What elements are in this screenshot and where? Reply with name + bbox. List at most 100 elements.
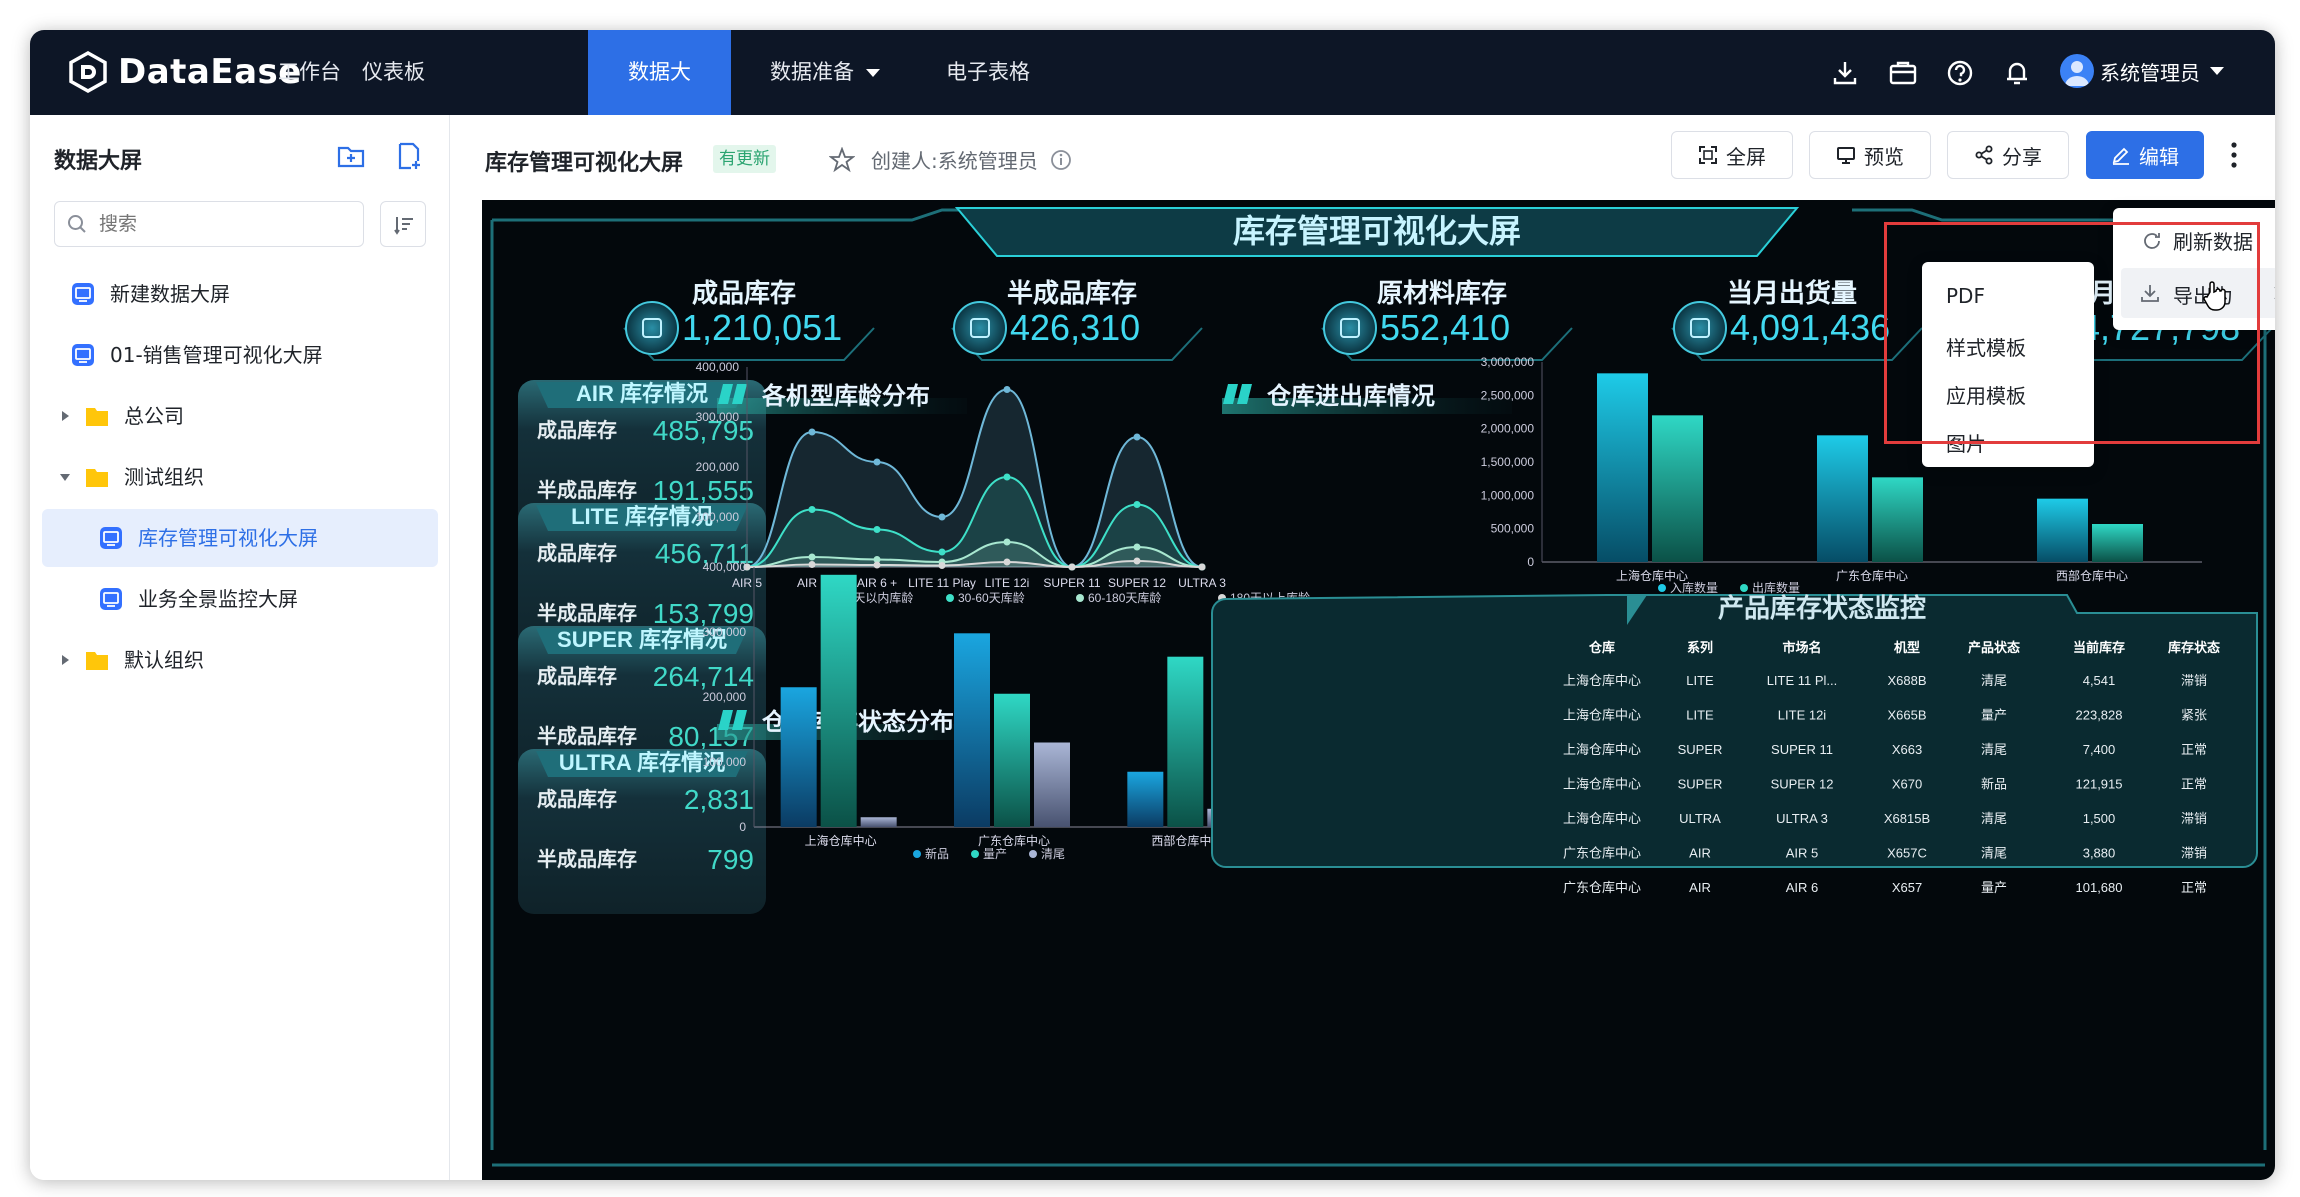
panel-title: SUPER 库存情况	[557, 627, 727, 652]
legend-label: 入库数量	[1670, 580, 1718, 595]
tree-item-label: 新建数据大屏	[110, 282, 230, 306]
download-icon[interactable]	[1830, 58, 1860, 88]
chevron-down-icon	[2210, 67, 2224, 75]
table-header-cell: 产品状态	[1968, 640, 2020, 655]
search-input[interactable]	[54, 201, 364, 247]
kpi-label: 当月出货量	[1727, 278, 1857, 308]
panel-row-value: 191,555	[653, 475, 754, 506]
sort-icon	[394, 217, 413, 235]
table-cell: 广东仓库中心	[1563, 846, 1641, 861]
nav-spreadsheet[interactable]: 电子表格	[916, 30, 1060, 115]
fullscreen-button[interactable]: 全屏	[1671, 131, 1793, 179]
x-tick-label: 西部仓库中心	[2056, 568, 2128, 583]
nav-dashboard[interactable]: 仪表板	[332, 30, 455, 115]
new-folder-icon[interactable]	[336, 141, 366, 171]
new-screen-icon[interactable]	[394, 141, 424, 171]
legend-marker	[1658, 584, 1666, 592]
table-cell: 上海仓库中心	[1563, 811, 1641, 826]
briefcase-icon[interactable]	[1888, 58, 1918, 88]
nav-data-prep[interactable]: 数据准备	[740, 30, 882, 115]
tree-item-head-office[interactable]: 总公司	[58, 387, 184, 445]
export-app-template-item[interactable]: 应用模板	[1946, 380, 2026, 409]
bar	[780, 687, 817, 827]
table-cell: 121,915	[2076, 777, 2123, 792]
export-image-item[interactable]: 图片	[1946, 428, 1986, 457]
preview-button[interactable]: 预览	[1809, 131, 1931, 179]
y-tick-label: 2,500,000	[1481, 388, 1535, 402]
user-menu[interactable]: 系统管理员	[2060, 54, 2226, 88]
edit-label: 编辑	[2139, 144, 2179, 169]
tree-item-test-org[interactable]: 测试组织	[58, 448, 204, 506]
preview-label: 预览	[1864, 144, 1904, 169]
export-item[interactable]: 导出为	[2121, 268, 2275, 318]
bar	[1127, 771, 1164, 827]
status-badge: 有更新	[713, 145, 776, 173]
y-tick-label: 200,000	[696, 460, 740, 474]
tree-item-inventory-screen[interactable]: 库存管理可视化大屏	[42, 509, 438, 567]
share-label: 分享	[2002, 144, 2042, 169]
table-cell: 紧张	[2181, 708, 2207, 723]
table-cell: LITE 11 Pl...	[1767, 673, 1838, 688]
table-cell: 223,828	[2076, 708, 2123, 723]
table-cell: 上海仓库中心	[1563, 673, 1641, 688]
more-menu: 刷新数据 导出为	[2113, 208, 2275, 330]
tree-item-monitor-screen[interactable]: 业务全景监控大屏	[98, 570, 298, 628]
table-cell: SUPER 11	[1771, 742, 1833, 757]
table-cell: 正常	[2181, 880, 2207, 895]
tree-item-sales-screen[interactable]: 01-销售管理可视化大屏	[70, 326, 323, 384]
folder-icon	[86, 408, 108, 426]
nav-data-prep-label: 数据准备	[770, 60, 854, 84]
tree-item-new-screen[interactable]: 新建数据大屏	[70, 265, 230, 323]
table-cell: 量产	[1981, 880, 2007, 895]
help-icon[interactable]	[1945, 58, 1975, 88]
more-icon[interactable]	[2221, 137, 2247, 173]
info-icon[interactable]	[1050, 149, 1072, 171]
table-cell: SUPER 12	[1771, 777, 1834, 792]
kpi-label: 半成品库存	[1007, 278, 1137, 308]
chart-title: 各机型库龄分布	[761, 382, 930, 410]
panel-row-label: 半成品库存	[537, 478, 637, 502]
panel-row-label: 成品库存	[537, 541, 617, 565]
chevron-right-icon	[2274, 287, 2275, 299]
kpi-icon	[1673, 301, 1727, 355]
share-button[interactable]: 分享	[1947, 131, 2069, 179]
y-tick-label: 2,000,000	[1481, 422, 1535, 436]
panel-row-value: 799	[707, 844, 754, 875]
table-header-cell: 库存状态	[2168, 640, 2220, 655]
nav-data-screen[interactable]: 数据大屏	[588, 30, 731, 169]
fullscreen-icon	[1699, 146, 1717, 164]
legend-label: 清尾	[1041, 847, 1065, 861]
sort-button[interactable]	[380, 201, 426, 247]
y-tick-label: 3,000,000	[1481, 355, 1535, 369]
export-pdf-item[interactable]: PDF	[1946, 284, 1985, 308]
export-style-template-item[interactable]: 样式模板	[1946, 332, 2026, 361]
x-tick-label: SUPER 11	[1043, 576, 1100, 590]
panel-row-value: 2,831	[684, 784, 754, 815]
panel-row-label: 半成品库存	[537, 601, 637, 625]
area-point	[938, 513, 946, 521]
table-cell: 正常	[2181, 742, 2207, 757]
table-cell: 广东仓库中心	[1563, 880, 1641, 895]
kpi-value: 4,091,436	[1730, 307, 1890, 348]
area-point	[1003, 473, 1011, 481]
x-tick-label: AIR 6 +	[857, 576, 897, 590]
bar	[2092, 524, 2143, 562]
table-cell: 滞销	[2181, 846, 2207, 861]
table-cell: 滞销	[2181, 673, 2207, 688]
tree-item-default-org[interactable]: 默认组织	[58, 631, 204, 689]
x-tick-label: LITE 12i	[985, 576, 1030, 590]
star-icon[interactable]	[829, 147, 855, 173]
edit-button[interactable]: 编辑	[2086, 131, 2204, 179]
tree-item-label: 测试组织	[124, 465, 204, 489]
search-icon	[68, 215, 86, 233]
area-point	[1133, 501, 1141, 508]
bar	[1597, 373, 1648, 562]
table-cell: X670	[1892, 777, 1922, 792]
screen-icon	[72, 283, 94, 305]
table-header-cell: 仓库	[1588, 640, 1615, 655]
refresh-data-item[interactable]: 刷新数据	[2173, 226, 2253, 255]
table-cell: 上海仓库中心	[1563, 708, 1641, 723]
legend-label: 30-60天库龄	[958, 590, 1025, 605]
sidebar-title: 数据大屏	[54, 149, 143, 174]
bell-icon[interactable]	[2002, 58, 2032, 88]
